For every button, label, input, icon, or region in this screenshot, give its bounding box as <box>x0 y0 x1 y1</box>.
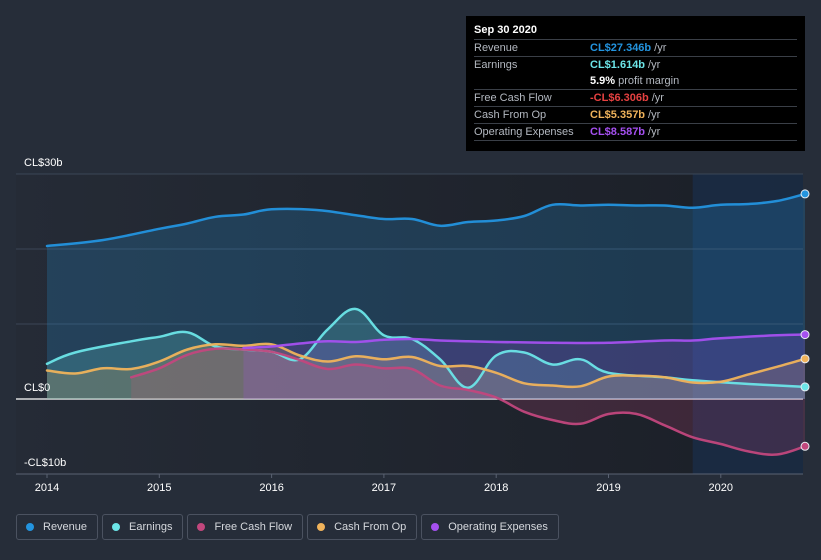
tooltip-label: Operating Expenses <box>474 126 574 138</box>
earnings-end-marker <box>800 382 810 392</box>
legend-item-free-cash-flow[interactable]: Free Cash Flow <box>187 514 304 540</box>
x-tick-label: 2019 <box>596 482 620 494</box>
x-tick-label: 2018 <box>484 482 508 494</box>
revenue-end-marker <box>800 189 810 199</box>
tooltip-value: CL$5.357b <box>590 109 646 121</box>
legend-label: Earnings <box>129 521 173 533</box>
revenue-dot-icon <box>26 523 34 531</box>
legend-item-earnings[interactable]: Earnings <box>102 514 184 540</box>
y-tick-label: CL$30b <box>24 157 63 169</box>
free-cash-flow-end-marker <box>800 441 810 451</box>
legend-label: Cash From Op <box>334 521 407 533</box>
tooltip-unit: profit margin <box>618 75 680 87</box>
earnings-dot-icon <box>112 523 121 531</box>
x-tick-label: 2015 <box>147 482 171 494</box>
legend: Revenue Earnings Free Cash Flow Cash Fro… <box>16 514 559 540</box>
tooltip-row-earnings: Earnings CL$1.614b /yr <box>474 57 797 73</box>
tooltip-value: 5.9% <box>590 75 616 87</box>
tooltip-unit: /yr <box>651 92 664 104</box>
tooltip-value: CL$8.587b <box>590 126 646 138</box>
tooltip-unit: /yr <box>648 59 661 71</box>
x-tick-label: 2017 <box>372 482 396 494</box>
y-tick-label: -CL$10b <box>24 457 66 469</box>
legend-label: Revenue <box>43 521 88 533</box>
free-cash-flow-dot-icon <box>197 523 206 531</box>
legend-label: Operating Expenses <box>448 521 548 533</box>
tooltip-row-revenue: Revenue CL$27.346b /yr <box>474 40 797 57</box>
y-tick-label: CL$0 <box>24 382 50 394</box>
x-tick-label: 2020 <box>709 482 733 494</box>
tooltip-unit: /yr <box>654 42 667 54</box>
tooltip-label: Cash From Op <box>474 109 547 121</box>
tooltip-row-fcf: Free Cash Flow -CL$6.306b /yr <box>474 90 797 107</box>
legend-item-cash-from-op[interactable]: Cash From Op <box>307 514 418 540</box>
operating-expenses-area <box>243 334 805 399</box>
x-tick-label: 2014 <box>35 482 59 494</box>
tooltip-unit: /yr <box>648 109 661 121</box>
tooltip-unit: /yr <box>648 126 661 138</box>
cash-from-op-end-marker <box>800 354 810 364</box>
tooltip-value: CL$1.614b <box>590 59 646 71</box>
tooltip-label: Free Cash Flow <box>474 92 552 104</box>
tooltip-row-opex: Operating Expenses CL$8.587b /yr <box>474 124 797 141</box>
tooltip-row-margin: 5.9% profit margin <box>474 73 797 90</box>
cash-from-op-dot-icon <box>317 523 326 531</box>
tooltip-label: Earnings <box>474 59 518 71</box>
operating-expenses-end-marker <box>800 330 810 340</box>
tooltip-label: Revenue <box>474 42 519 54</box>
legend-item-revenue[interactable]: Revenue <box>16 514 99 540</box>
x-tick-label: 2016 <box>259 482 283 494</box>
operating-expenses-dot-icon <box>431 523 440 531</box>
tooltip-date: Sep 30 2020 <box>474 22 797 40</box>
tooltip-label <box>474 73 590 89</box>
legend-item-operating-expenses[interactable]: Operating Expenses <box>421 514 559 540</box>
tooltip-panel: Sep 30 2020 Revenue CL$27.346b /yr Earni… <box>466 16 805 151</box>
tooltip-value: -CL$6.306b <box>590 92 649 104</box>
tooltip-row-cfo: Cash From Op CL$5.357b /yr <box>474 107 797 124</box>
legend-label: Free Cash Flow <box>214 521 293 533</box>
tooltip-value: CL$27.346b <box>590 42 652 54</box>
